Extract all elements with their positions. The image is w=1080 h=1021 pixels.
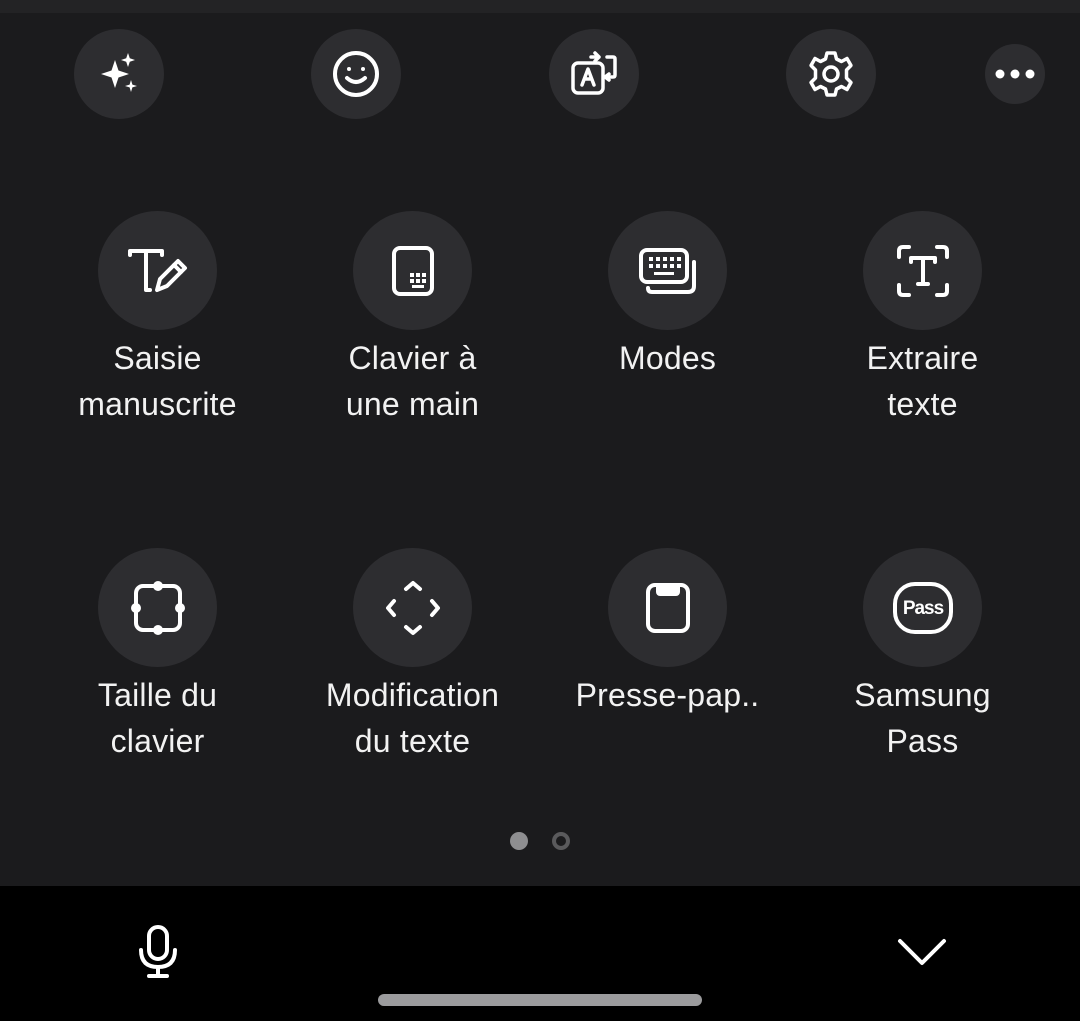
clipboard-button[interactable]: [608, 548, 727, 667]
handwriting-button[interactable]: [98, 211, 217, 330]
item-label: Taille du clavier: [97, 677, 218, 759]
grid-item-one-hand-keyboard[interactable]: Clavier à une main: [285, 211, 540, 427]
one-hand-keyboard-button[interactable]: [353, 211, 472, 330]
samsung-pass-icon: Pass: [892, 581, 954, 635]
handwriting-icon: [126, 246, 190, 296]
chevron-down-icon: [897, 937, 947, 967]
top-strip: [0, 0, 1080, 13]
page-indicator-active: [510, 832, 528, 850]
modes-button[interactable]: [608, 211, 727, 330]
one-hand-keyboard-icon: [391, 245, 435, 297]
item-label: Extraire texte: [866, 340, 979, 422]
grid-item-modes[interactable]: Modes: [540, 211, 795, 381]
grid-item-handwriting[interactable]: Saisie manuscrite: [30, 211, 285, 427]
item-label: Samsung Pass: [854, 677, 991, 759]
translate-icon: [569, 49, 619, 99]
clipboard-icon: [644, 581, 692, 635]
ai-tools-button[interactable]: [74, 29, 164, 119]
collapse-button[interactable]: [877, 907, 967, 997]
sparkles-icon: [95, 50, 143, 98]
grid-item-keyboard-size[interactable]: Taille du clavier: [30, 548, 285, 764]
grid-item-samsung-pass[interactable]: Pass Samsung Pass: [795, 548, 1050, 764]
extract-text-icon: [895, 243, 951, 299]
grid-item-text-editing[interactable]: Modification du texte: [285, 548, 540, 764]
extract-text-button[interactable]: [863, 211, 982, 330]
voice-input-button[interactable]: [113, 907, 203, 997]
emoji-icon: [331, 49, 381, 99]
keyboard-size-button[interactable]: [98, 548, 217, 667]
microphone-icon: [136, 924, 180, 980]
gear-icon: [806, 49, 856, 99]
text-editing-button[interactable]: [353, 548, 472, 667]
item-label: Clavier à une main: [345, 340, 480, 422]
grid-item-clipboard[interactable]: Presse-pap..: [540, 548, 795, 718]
keyboard-modes-icon: [638, 246, 698, 296]
item-label: Presse-pap..: [575, 677, 760, 713]
page-indicator-inactive[interactable]: [552, 832, 570, 850]
samsung-pass-button[interactable]: Pass: [863, 548, 982, 667]
resize-icon: [130, 580, 186, 636]
translate-button[interactable]: [549, 29, 639, 119]
settings-button[interactable]: [786, 29, 876, 119]
home-indicator[interactable]: [378, 994, 702, 1006]
item-label: Modes: [618, 340, 717, 376]
item-label: Modification du texte: [325, 677, 500, 759]
more-icon: [995, 69, 1035, 79]
more-options-button[interactable]: [985, 44, 1045, 104]
emoji-button[interactable]: [311, 29, 401, 119]
item-label: Saisie manuscrite: [78, 340, 237, 422]
samsung-pass-icon-text: Pass: [902, 598, 943, 619]
move-arrows-icon: [385, 580, 441, 636]
grid-item-extract-text[interactable]: Extraire texte: [795, 211, 1050, 427]
